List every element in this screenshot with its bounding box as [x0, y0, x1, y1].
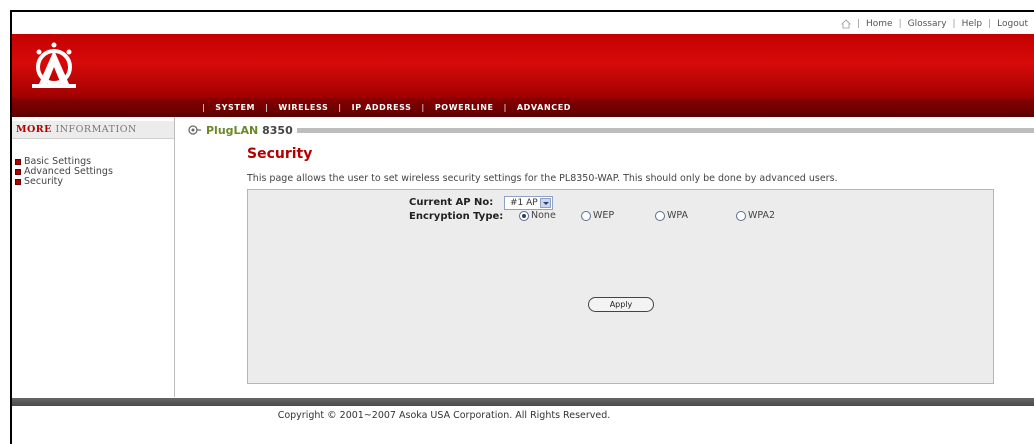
model-name: PlugLAN 8350 — [206, 124, 293, 137]
main-nav: | SYSTEM | WIRELESS | IP ADDRESS | POWER… — [192, 98, 571, 117]
separator: | — [856, 19, 861, 29]
home-link[interactable]: Home — [866, 19, 893, 29]
bullet-icon — [15, 159, 21, 165]
help-link[interactable]: Help — [962, 19, 983, 29]
separator: | — [988, 19, 992, 29]
radio-label: WEP — [593, 210, 615, 221]
sidebar-item-security[interactable]: Security — [15, 177, 113, 187]
nav-wireless[interactable]: WIRELESS — [278, 103, 328, 112]
current-ap-label: Current AP No: — [409, 197, 494, 208]
asoka-logo — [32, 42, 76, 88]
current-ap-value: #1 AP — [510, 198, 538, 208]
model-brand: PlugLAN — [206, 123, 259, 137]
radio-icon[interactable] — [736, 210, 746, 221]
sidebar-item-label: Security — [24, 176, 64, 187]
more-information-header: MORE INFORMATION — [12, 121, 174, 139]
nav-separator: | — [202, 103, 206, 112]
nav-separator: | — [421, 103, 425, 112]
glossary-link[interactable]: Glossary — [908, 19, 947, 29]
divider — [296, 127, 1034, 133]
nav-bar: | SYSTEM | WIRELESS | IP ADDRESS | POWER… — [12, 98, 1034, 117]
sidebar-links: Basic Settings Advanced Settings Securit… — [15, 157, 113, 187]
bullet-icon — [15, 179, 21, 185]
nav-separator: | — [265, 103, 269, 112]
model-header: PlugLAN 8350 — [188, 122, 1034, 138]
page-title: Security — [247, 146, 313, 162]
radio-label: WPA — [667, 210, 689, 221]
bullet-icon — [15, 169, 21, 175]
nav-separator: | — [503, 103, 507, 112]
security-form-panel: Current AP No: #1 AP Encryption Type: No… — [247, 189, 994, 384]
browser-frame: | Home | Glossary | Help | Logout | SYST… — [10, 10, 1034, 444]
encryption-type-label: Encryption Type: — [409, 211, 504, 222]
nav-ip-address[interactable]: IP ADDRESS — [352, 103, 412, 112]
radio-label: WPA2 — [748, 210, 776, 221]
nav-separator: | — [338, 103, 342, 112]
copyright-text: Copyright © 2001~2007 Asoka USA Corporat… — [277, 410, 611, 421]
radio-icon[interactable] — [655, 210, 665, 221]
header-banner — [12, 34, 1034, 98]
plug-icon — [188, 125, 201, 135]
radio-label: None — [531, 210, 556, 221]
nav-powerline[interactable]: POWERLINE — [435, 103, 494, 112]
encryption-radio-none[interactable]: None — [519, 210, 556, 221]
logout-link[interactable]: Logout — [997, 19, 1028, 29]
page-description: This page allows the user to set wireles… — [247, 173, 838, 184]
encryption-radio-wpa[interactable]: WPA — [655, 210, 688, 221]
encryption-radio-wep[interactable]: WEP — [581, 210, 614, 221]
current-ap-select[interactable]: #1 AP — [504, 196, 553, 210]
encryption-radio-wpa2[interactable]: WPA2 — [736, 210, 775, 221]
nav-advanced[interactable]: ADVANCED — [517, 103, 571, 112]
apply-button[interactable]: Apply — [588, 297, 654, 312]
home-icon[interactable] — [841, 19, 851, 29]
model-number: 8350 — [262, 123, 293, 137]
sidebar: MORE INFORMATION Basic Settings Advanced… — [12, 117, 175, 397]
chevron-down-icon[interactable] — [540, 198, 551, 208]
radio-selected-icon[interactable] — [519, 210, 529, 221]
nav-system[interactable]: SYSTEM — [215, 103, 255, 112]
information-label: INFORMATION — [55, 124, 137, 135]
separator: | — [898, 19, 902, 29]
more-label: MORE — [16, 124, 52, 135]
top-links: | Home | Glossary | Help | Logout — [841, 16, 1028, 32]
separator: | — [952, 19, 956, 29]
radio-icon[interactable] — [581, 210, 591, 221]
